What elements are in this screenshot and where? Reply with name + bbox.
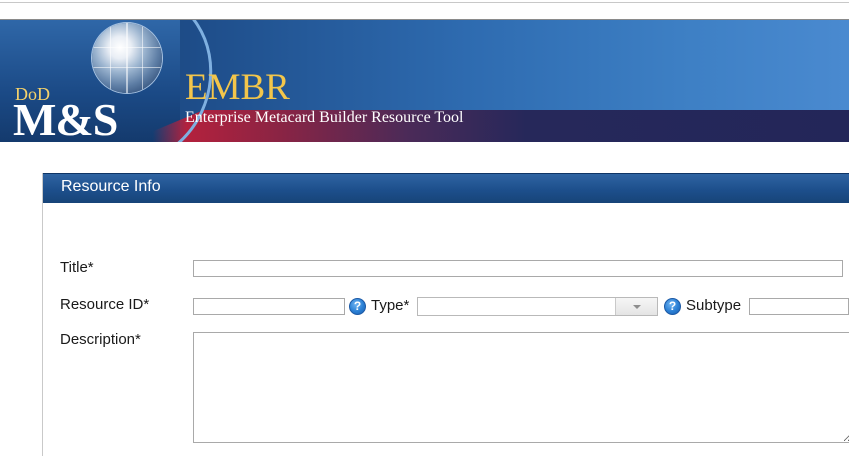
chevron-down-icon [633,305,641,309]
title-label: Title* [60,259,94,276]
globe-icon [92,23,162,93]
panel-title: Resource Info [61,178,161,195]
app-header-banner: DoD M&S EMBR Enterprise Metacard Builder… [0,20,849,142]
type-help-icon[interactable]: ? [664,298,681,315]
title-input[interactable] [193,260,843,277]
type-label: Type* [371,297,410,314]
type-dropdown-button[interactable] [615,298,657,315]
app-title: EMBR [185,67,290,108]
browser-top-strip [0,0,849,20]
panel-header: Resource Info [43,173,849,203]
resource-id-help-icon[interactable]: ? [349,298,366,315]
description-label: Description* [60,331,141,348]
app-subtitle: Enterprise Metacard Builder Resource Too… [185,109,464,126]
logo-ms-text: M&S [13,94,118,143]
logo-ms-letters: M&S [13,94,118,143]
resource-id-label: Resource ID* [60,296,150,313]
subtype-input[interactable] [749,298,849,315]
type-select[interactable] [417,297,658,316]
subtype-label: Subtype [686,297,742,314]
resource-id-input[interactable] [193,298,345,315]
description-textarea[interactable] [193,332,849,443]
